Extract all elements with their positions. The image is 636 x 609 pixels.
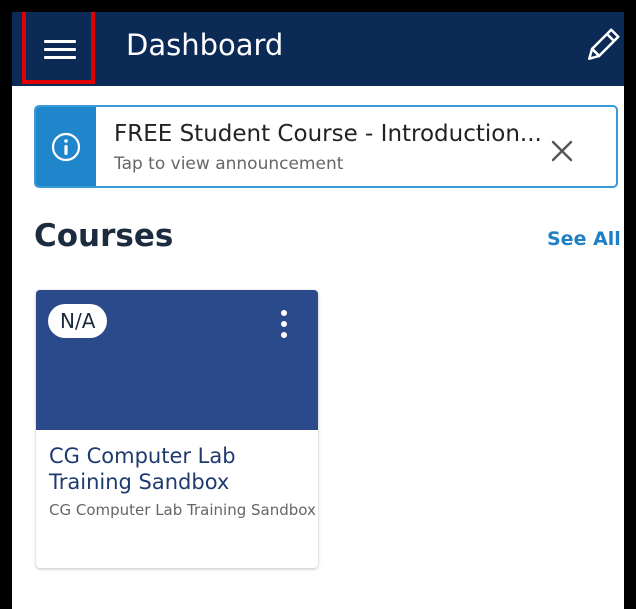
announcement-banner[interactable]: FREE Student Course - Introduction... Ta… [34, 105, 618, 188]
course-card[interactable]: N/A CG Computer Lab Training Sandbox CG … [36, 290, 318, 568]
see-all-link[interactable]: See All [547, 227, 621, 251]
close-icon[interactable] [550, 139, 574, 163]
menu-button[interactable] [22, 12, 95, 84]
courses-heading: Courses [34, 218, 174, 254]
page-title: Dashboard [126, 28, 284, 62]
screen: Dashboard FREE Student Course - Introduc… [12, 12, 624, 609]
announcement-title: FREE Student Course - Introduction... [114, 121, 542, 147]
course-title[interactable]: CG Computer Lab Training Sandbox [49, 443, 309, 495]
course-status-badge: N/A [48, 304, 108, 338]
app-bar: Dashboard [12, 12, 624, 86]
hamburger-menu-icon [44, 40, 76, 60]
course-subtitle: CG Computer Lab Training Sandbox [49, 501, 316, 519]
pencil-icon[interactable] [582, 26, 622, 66]
announcement-icon-panel [36, 107, 96, 186]
kebab-menu-icon[interactable] [272, 310, 296, 340]
announcement-subtitle: Tap to view announcement [114, 154, 344, 174]
info-icon [51, 132, 81, 162]
